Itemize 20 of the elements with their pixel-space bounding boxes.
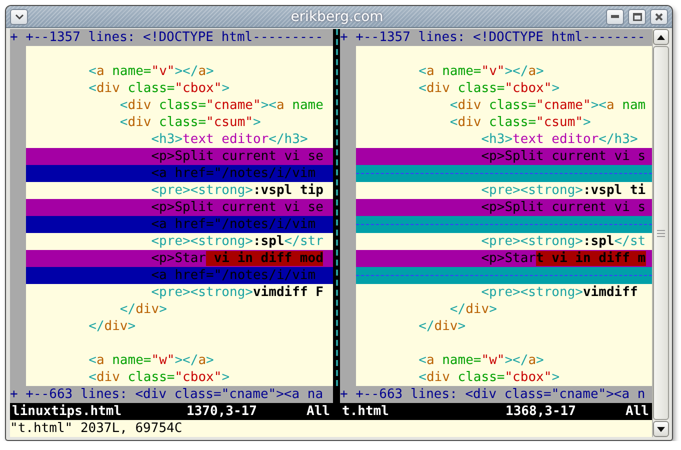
window-title: erikberg.com	[290, 8, 384, 24]
grip-icon	[657, 230, 665, 236]
close-button[interactable]	[650, 8, 668, 24]
minimize-button[interactable]	[606, 8, 624, 24]
maximize-icon	[632, 12, 642, 20]
scroll-up-button[interactable]	[653, 29, 669, 45]
close-icon	[655, 12, 663, 20]
cursor-position: 1370,3-17	[186, 403, 258, 420]
minimize-icon	[611, 15, 619, 18]
scroll-down-button[interactable]	[653, 421, 669, 437]
scroll-position: All	[306, 403, 330, 420]
up-arrow-icon	[657, 34, 665, 40]
maximize-button[interactable]	[628, 8, 646, 24]
window-menu-button[interactable]	[10, 8, 28, 24]
cursor-position: 1368,3-17	[506, 403, 577, 420]
chevron-down-icon	[14, 14, 24, 20]
file-name: linuxtips.html	[12, 403, 123, 420]
scroll-position: All	[626, 403, 649, 420]
file-name: t.html	[342, 403, 390, 420]
down-arrow-icon	[657, 426, 665, 432]
